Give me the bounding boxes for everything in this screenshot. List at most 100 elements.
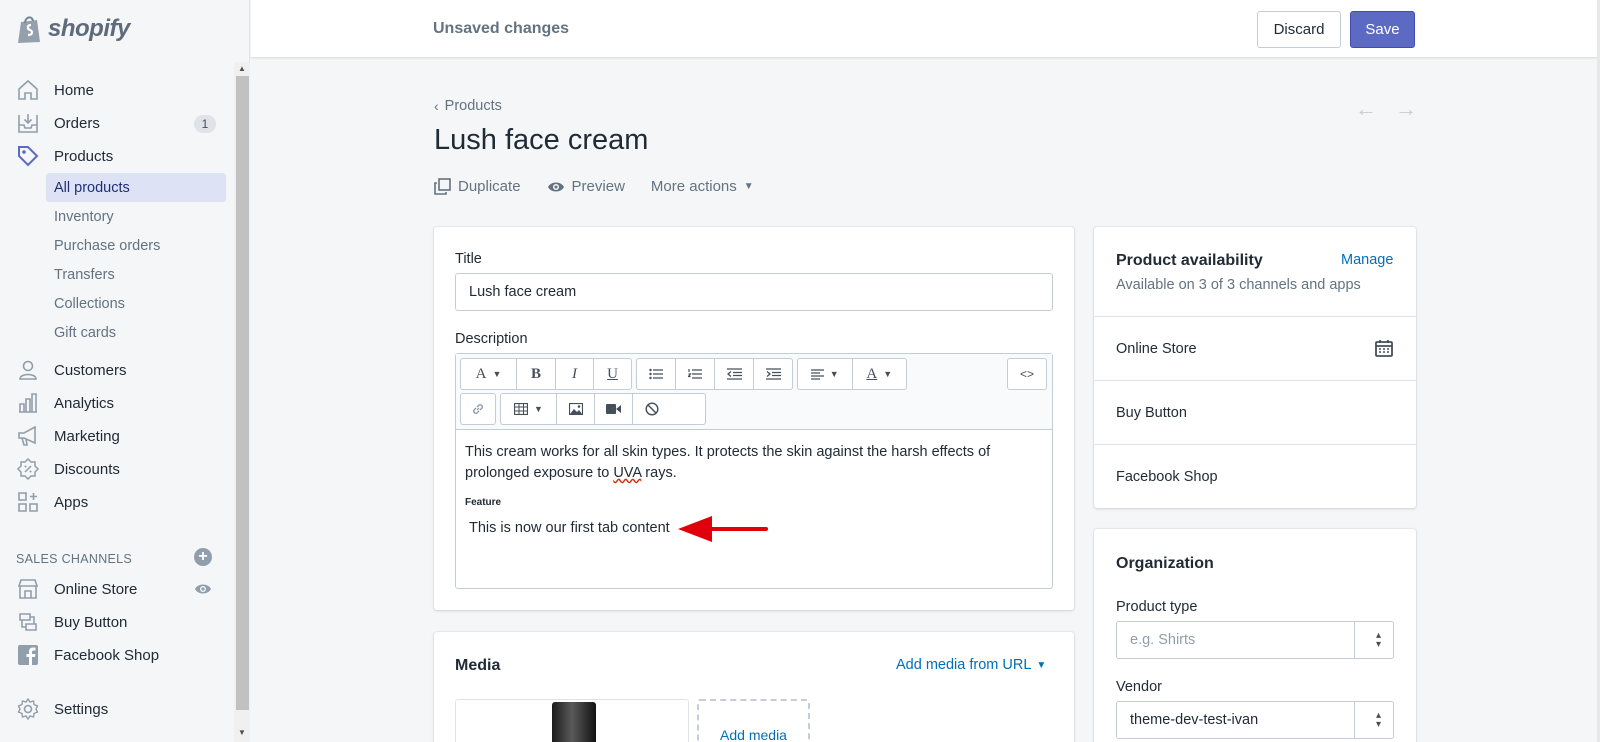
sidebar-scroll-thumb[interactable] <box>236 76 249 710</box>
caret-down-icon: ▼ <box>743 181 754 192</box>
shopify-logo[interactable]: shopify <box>0 0 249 58</box>
product-type-combobox[interactable]: e.g. Shirts ▴ ▾ <box>1116 621 1394 659</box>
numbered-list-icon <box>688 369 702 379</box>
vendor-combobox[interactable]: theme-dev-test-ivan ▴ ▾ <box>1116 701 1394 739</box>
shopify-bag-icon <box>18 16 40 43</box>
sidebar-item-buy-button[interactable]: Buy Button <box>0 606 234 638</box>
brand-name: shopify <box>48 15 130 42</box>
calendar-icon[interactable] <box>1375 339 1393 357</box>
align-left-icon <box>810 368 824 380</box>
sidebar-item-settings[interactable]: Settings <box>0 693 234 725</box>
sidebar: shopify Home Orders 1 Products All produ… <box>0 0 250 742</box>
breadcrumb[interactable]: ‹ Products <box>434 98 502 114</box>
save-button[interactable]: Save <box>1350 11 1415 48</box>
sidebar-item-online-store[interactable]: Online Store <box>0 573 234 605</box>
sidebar-subitem-all-products[interactable]: All products <box>46 173 226 202</box>
availability-title: Product availability <box>1116 252 1263 269</box>
sidebar-subitem-inventory[interactable]: Inventory <box>46 202 226 231</box>
next-product-arrow-icon[interactable]: → <box>1395 96 1417 122</box>
align-button[interactable]: ▼ <box>798 359 853 389</box>
sidebar-item-orders[interactable]: Orders 1 <box>0 107 234 139</box>
availability-subtitle: Available on 3 of 3 channels and apps <box>1116 277 1361 293</box>
divider <box>1094 380 1416 381</box>
cream-bottle-image <box>552 702 596 742</box>
list-group <box>636 358 793 390</box>
sidebar-item-marketing[interactable]: Marketing <box>0 420 234 452</box>
add-media-from-url-label: Add media from URL <box>896 657 1032 673</box>
clear-formatting-button[interactable] <box>633 394 671 424</box>
sidebar-item-label: Apps <box>54 493 89 511</box>
page-title: Lush face cream <box>434 124 649 156</box>
more-actions-button[interactable]: More actions ▼ <box>651 178 754 195</box>
product-type-label: Product type <box>1116 599 1198 615</box>
add-media-dropzone[interactable]: Add media <box>697 699 810 742</box>
sidebar-item-label: Buy Button <box>54 613 128 631</box>
sidebar-item-products[interactable]: Products <box>0 140 234 172</box>
sidebar-subitem-collections[interactable]: Collections <box>46 289 226 318</box>
underline-button[interactable]: U <box>594 359 631 389</box>
person-icon <box>19 360 37 380</box>
annotation-arrow-icon <box>678 516 768 542</box>
up-down-chevron-icon: ▴ ▾ <box>1375 710 1381 730</box>
tab-content-line: This is now our first tab content <box>469 520 670 536</box>
organization-title: Organization <box>1116 555 1214 572</box>
vendor-label: Vendor <box>1116 679 1162 695</box>
sidebar-item-label: Customers <box>54 361 127 379</box>
outdent-icon <box>726 368 742 380</box>
previous-product-arrow-icon[interactable]: ← <box>1355 96 1377 122</box>
indent-button[interactable] <box>754 359 792 389</box>
insert-video-button[interactable] <box>595 394 633 424</box>
bold-button[interactable]: B <box>517 359 556 389</box>
title-input[interactable]: Lush face cream <box>455 273 1053 311</box>
sidebar-item-label: Home <box>54 81 95 99</box>
bullet-list-icon <box>649 368 663 380</box>
show-html-button[interactable]: <> <box>1008 359 1046 389</box>
description-label: Description <box>455 331 528 347</box>
manage-availability-link[interactable]: Manage <box>1341 252 1393 268</box>
view-online-store-icon[interactable] <box>194 580 212 598</box>
orders-icon <box>18 114 38 133</box>
preview-button[interactable]: Preview <box>547 178 625 195</box>
sidebar-subitem-transfers[interactable]: Transfers <box>46 260 226 289</box>
sidebar-item-apps[interactable]: Apps <box>0 486 234 518</box>
sidebar-item-customers[interactable]: Customers <box>0 354 234 386</box>
text-color-button[interactable]: A ▼ <box>853 359 907 389</box>
scroll-down-arrow-icon[interactable]: ▼ <box>238 728 246 737</box>
discard-button[interactable]: Discard <box>1257 11 1341 48</box>
sidebar-item-home[interactable]: Home <box>0 74 234 106</box>
breadcrumb-label: Products <box>444 98 502 114</box>
insert-image-button[interactable] <box>557 394 595 424</box>
insert-link-button[interactable] <box>461 394 495 424</box>
link-icon <box>473 404 483 414</box>
tag-icon <box>18 146 39 167</box>
sidebar-nav: Home Orders 1 Products All products Inve… <box>0 62 234 742</box>
divider <box>1354 622 1355 658</box>
sidebar-item-analytics[interactable]: Analytics <box>0 387 234 419</box>
description-editor: A ▼ B I U ▼ A ▼ <> ▼ This cream works fo… <box>455 353 1053 589</box>
caret-down-icon: ▼ <box>1036 659 1047 671</box>
divider <box>1354 702 1355 738</box>
format-group: A ▼ B I U <box>460 358 632 390</box>
contextual-save-bar: Unsaved changes Discard Save <box>251 0 1600 58</box>
description-content[interactable]: This cream works for all skin types. It … <box>465 442 1035 484</box>
add-sales-channel-icon[interactable]: + <box>194 548 212 566</box>
numbered-list-button[interactable] <box>676 359 715 389</box>
italic-button[interactable]: I <box>556 359 594 389</box>
sidebar-subitem-purchase-orders[interactable]: Purchase orders <box>46 231 226 260</box>
scroll-up-arrow-icon[interactable]: ▲ <box>238 64 246 73</box>
sidebar-item-facebook-shop[interactable]: Facebook Shop <box>0 639 234 671</box>
sidebar-subitem-gift-cards[interactable]: Gift cards <box>46 318 226 347</box>
sidebar-item-label: Facebook Shop <box>54 646 160 664</box>
page-actions: Duplicate Preview More actions ▼ <box>434 178 754 195</box>
outdent-button[interactable] <box>715 359 754 389</box>
duplicate-button[interactable]: Duplicate <box>434 178 521 195</box>
product-image-thumbnail[interactable] <box>455 699 689 742</box>
sidebar-item-discounts[interactable]: Discounts <box>0 453 234 485</box>
sidebar-item-label: Marketing <box>54 427 120 445</box>
sidebar-item-label: Orders <box>54 114 100 132</box>
more-actions-label: More actions <box>650 178 737 195</box>
add-media-from-url-button[interactable]: Add media from URL ▼ <box>896 657 1046 673</box>
bullet-list-button[interactable] <box>637 359 676 389</box>
insert-table-button[interactable]: ▼ <box>501 394 557 424</box>
font-format-button[interactable]: A ▼ <box>461 359 517 389</box>
